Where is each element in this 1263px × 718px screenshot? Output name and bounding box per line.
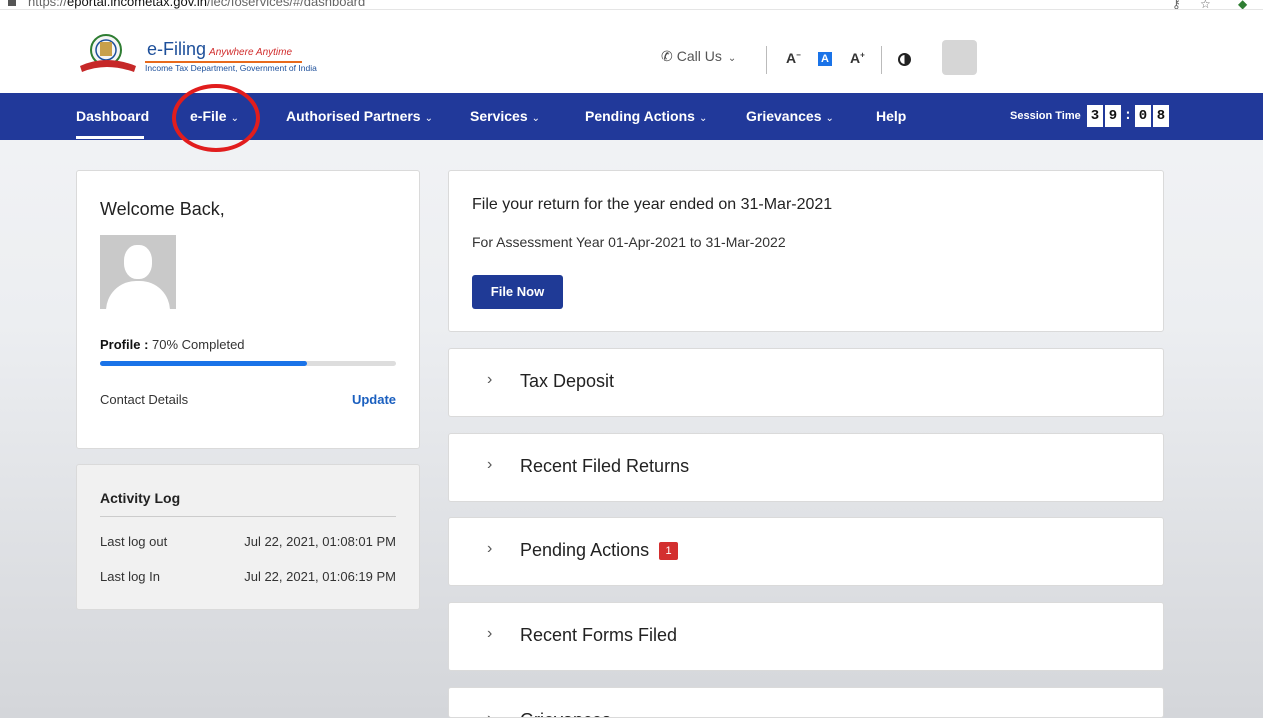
lock-icon — [8, 0, 16, 6]
font-normal-button[interactable]: A — [818, 52, 832, 66]
activity-log-card: Activity Log Last log out Jul 22, 2021, … — [76, 464, 420, 610]
accordion-title: Grievances — [520, 710, 611, 717]
chevron-right-icon: › — [487, 371, 493, 388]
url-text: https://eportal.incometax.gov.in/iec/fos… — [28, 0, 366, 9]
log-value: Jul 22, 2021, 01:08:01 PM — [244, 534, 396, 549]
header-divider — [881, 46, 882, 74]
brand-department: Income Tax Department, Government of Ind… — [145, 63, 317, 73]
chevron-right-icon: › — [487, 625, 493, 642]
key-icon[interactable]: ⚷ — [1172, 0, 1181, 9]
accordion-title: Recent Filed Returns — [520, 456, 690, 476]
log-value: Jul 22, 2021, 01:06:19 PM — [244, 569, 396, 584]
extension-icon[interactable]: ◆ — [1238, 0, 1247, 9]
file-return-title: File your return for the year ended on 3… — [472, 196, 833, 213]
star-icon[interactable]: ☆ — [1200, 0, 1211, 9]
accordion-grievances[interactable]: › Grievances — [448, 687, 1164, 718]
session-time-label: Session Time — [1010, 110, 1081, 122]
log-label: Last log In — [100, 569, 160, 584]
activity-log-title: Activity Log — [100, 490, 181, 506]
user-silhouette-icon — [124, 245, 152, 279]
browser-url-bar[interactable]: https://eportal.incometax.gov.in/iec/fos… — [0, 0, 1263, 10]
contrast-icon[interactable] — [898, 53, 911, 66]
profile-completion-label: Profile : 70% Completed — [100, 337, 245, 352]
file-return-card: File your return for the year ended on 3… — [448, 170, 1164, 332]
profile-progress-bar — [100, 361, 396, 366]
font-increase-button[interactable]: A+ — [850, 50, 865, 66]
call-us-menu[interactable]: ✆ Call Us ⌄ — [661, 48, 736, 65]
chevron-down-icon: ⌄ — [698, 113, 708, 124]
chevron-down-icon: ⌄ — [825, 113, 834, 124]
session-digit: 0 — [1135, 105, 1151, 127]
accordion-recent-filed-returns[interactable]: › Recent Filed Returns — [448, 433, 1164, 502]
file-now-button[interactable]: File Now — [472, 275, 563, 309]
nav-active-indicator — [76, 136, 144, 139]
file-return-subtitle: For Assessment Year 01-Apr-2021 to 31-Ma… — [472, 234, 786, 250]
pending-count-badge: 1 — [659, 542, 679, 560]
welcome-title: Welcome Back, — [100, 199, 225, 219]
user-silhouette-body — [106, 281, 170, 309]
nav-pending-actions[interactable]: Pending Actions ⌄ — [585, 108, 707, 124]
call-us-label: Call Us — [676, 48, 722, 64]
chevron-right-icon: › — [487, 456, 493, 473]
chevron-down-icon: ⌄ — [727, 53, 737, 64]
welcome-card: Welcome Back, Profile : 70% Completed Co… — [76, 170, 420, 449]
contact-details-label: Contact Details — [100, 392, 189, 407]
accordion-title: Tax Deposit — [520, 371, 615, 391]
accordion-recent-forms-filed[interactable]: › Recent Forms Filed — [448, 602, 1164, 671]
font-decrease-button[interactable]: A− — [786, 50, 801, 66]
session-digit: 8 — [1153, 105, 1169, 127]
emblem-icon — [80, 34, 136, 72]
user-avatar[interactable] — [942, 40, 977, 75]
accordion-title: Recent Forms Filed — [520, 625, 678, 645]
nav-authorised-partners[interactable]: Authorised Partners ⌄ — [286, 108, 433, 124]
nav-services[interactable]: Services ⌄ — [470, 108, 540, 124]
highlight-circle-annotation — [172, 84, 260, 152]
session-colon: : — [1123, 108, 1133, 124]
profile-photo[interactable] — [100, 235, 176, 309]
log-row: Last log In Jul 22, 2021, 01:06:19 PM — [100, 569, 396, 584]
divider — [100, 516, 396, 517]
nav-help[interactable]: Help — [876, 108, 906, 124]
log-row: Last log out Jul 22, 2021, 01:08:01 PM — [100, 534, 396, 549]
site-header: e-Filing Anywhere Anytime Income Tax Depa… — [0, 10, 1263, 93]
nav-dashboard[interactable]: Dashboard — [76, 108, 149, 124]
session-digit: 9 — [1105, 105, 1121, 127]
chevron-right-icon: › — [487, 710, 492, 717]
nav-grievances[interactable]: Grievances ⌄ — [746, 108, 834, 124]
profile-progress-fill — [100, 361, 308, 366]
phone-icon: ✆ — [661, 48, 673, 64]
session-digit: 3 — [1087, 105, 1103, 127]
chevron-right-icon: › — [487, 540, 493, 557]
header-divider — [766, 46, 767, 74]
chevron-down-icon: ⌄ — [424, 113, 433, 124]
accordion-pending-actions[interactable]: › Pending Actions 1 — [448, 517, 1164, 586]
accordion-title: Pending Actions 1 — [520, 540, 679, 561]
update-link[interactable]: Update — [352, 392, 396, 407]
chevron-down-icon: ⌄ — [531, 113, 540, 124]
accordion-tax-deposit[interactable]: › Tax Deposit — [448, 348, 1164, 417]
log-label: Last log out — [100, 534, 168, 549]
brand-title[interactable]: e-Filing Anywhere Anytime — [147, 39, 292, 60]
session-timer: 3 9 : 0 8 — [1087, 105, 1169, 127]
